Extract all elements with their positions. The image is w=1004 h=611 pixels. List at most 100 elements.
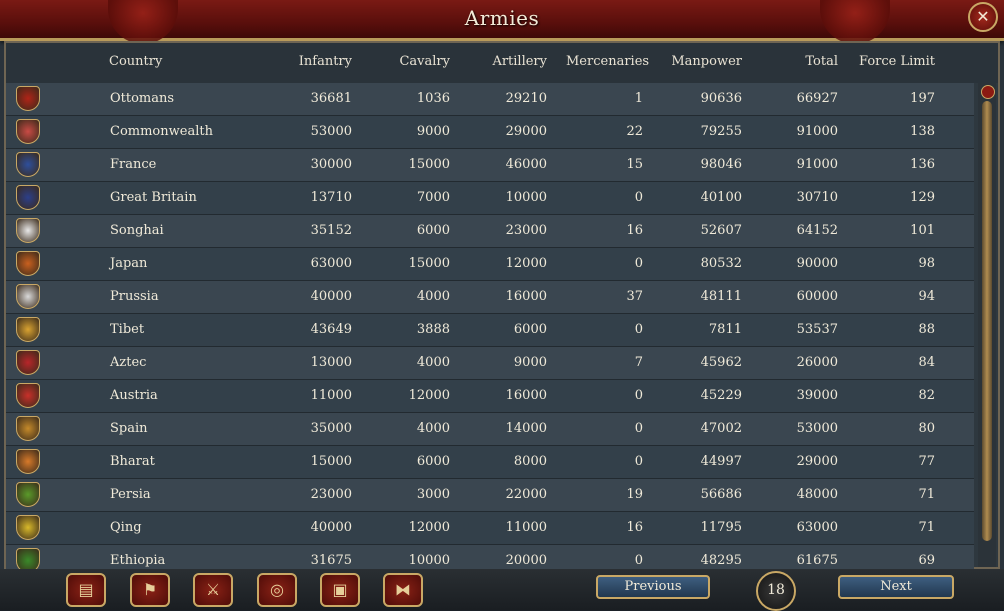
country-name[interactable]: Ethiopia (110, 553, 165, 568)
cell-cavalry: 12000 (408, 388, 450, 403)
cell-artillery: 22000 (505, 487, 547, 502)
table-row[interactable]: Qing 40000 12000 11000 16 11795 63000 71 (6, 512, 974, 545)
country-name[interactable]: Bharat (110, 454, 155, 469)
country-flag-icon[interactable] (16, 119, 40, 144)
cell-manpower: 7811 (708, 322, 742, 337)
country-name[interactable]: Austria (110, 388, 158, 403)
cell-infantry: 43649 (310, 322, 352, 337)
cell-force-limit: 77 (918, 454, 935, 469)
header-manpower[interactable]: Manpower (666, 54, 742, 69)
header-cavalry[interactable]: Cavalry (376, 54, 450, 69)
table-row[interactable]: Persia 23000 3000 22000 19 56686 48000 71 (6, 479, 974, 512)
table-row[interactable]: Aztec 13000 4000 9000 7 45962 26000 84 (6, 347, 974, 380)
cell-total: 39000 (796, 388, 838, 403)
cell-total: 26000 (796, 355, 838, 370)
cell-cavalry: 6000 (416, 223, 450, 238)
country-name[interactable]: Songhai (110, 223, 164, 238)
country-name[interactable]: France (110, 157, 156, 172)
header-total[interactable]: Total (762, 54, 838, 69)
cell-cavalry: 3888 (416, 322, 450, 337)
table-row[interactable]: Commonwealth 53000 9000 29000 22 79255 91000 13… (6, 116, 974, 149)
country-name[interactable]: Prussia (110, 289, 159, 304)
header-force-limit[interactable]: Force Limit (856, 54, 935, 69)
country-flag-icon[interactable] (16, 449, 40, 474)
scrollbar[interactable] (978, 83, 996, 567)
cell-artillery: 16000 (505, 289, 547, 304)
cell-total: 29000 (796, 454, 838, 469)
table-row[interactable]: Spain 35000 4000 14000 0 47002 53000 80 (6, 413, 974, 446)
cell-total: 64152 (796, 223, 838, 238)
cell-cavalry: 15000 (408, 157, 450, 172)
country-flag-icon[interactable] (16, 482, 40, 507)
table-row[interactable]: Austria 11000 12000 16000 0 45229 39000 82 (6, 380, 974, 413)
table-row[interactable]: Songhai 35152 6000 23000 16 52607 64152 101 (6, 215, 974, 248)
scroll-thumb[interactable] (982, 101, 992, 541)
country-name[interactable]: Spain (110, 421, 148, 436)
cell-cavalry: 15000 (408, 256, 450, 271)
next-button[interactable]: Next (838, 575, 954, 599)
country-name[interactable]: Commonwealth (110, 124, 213, 139)
table-row[interactable]: Ottomans 36681 1036 29210 1 90636 66927 197 (6, 83, 974, 116)
ledger-icon[interactable]: ▤ (66, 573, 106, 607)
handshake-icon[interactable]: ⧓ (383, 573, 423, 607)
cell-cavalry: 7000 (416, 190, 450, 205)
table-row[interactable]: France 30000 15000 46000 15 98046 91000 136 (6, 149, 974, 182)
country-name[interactable]: Japan (110, 256, 147, 271)
cell-manpower: 40100 (700, 190, 742, 205)
crate-icon[interactable]: ▣ (320, 573, 360, 607)
country-name[interactable]: Persia (110, 487, 151, 502)
table-row[interactable]: Bharat 15000 6000 8000 0 44997 29000 77 (6, 446, 974, 479)
country-flag-icon[interactable] (16, 251, 40, 276)
cell-infantry: 15000 (310, 454, 352, 469)
country-flag-icon[interactable] (16, 416, 40, 441)
close-button[interactable]: ✕ (968, 2, 998, 32)
crossed-swords-icon[interactable]: ⚔ (193, 573, 233, 607)
window-title: Armies (464, 6, 540, 30)
country-flag-icon[interactable] (16, 185, 40, 210)
cell-manpower: 48111 (700, 289, 742, 304)
cell-mercenaries: 16 (626, 223, 643, 238)
country-flag-icon[interactable] (16, 383, 40, 408)
cell-artillery: 8000 (513, 454, 547, 469)
cell-total: 30710 (796, 190, 838, 205)
country-flag-icon[interactable] (16, 152, 40, 177)
country-name[interactable]: Tibet (110, 322, 144, 337)
country-name[interactable]: Aztec (110, 355, 146, 370)
cell-artillery: 16000 (505, 388, 547, 403)
country-flag-icon[interactable] (16, 86, 40, 111)
country-flag-icon[interactable] (16, 218, 40, 243)
cell-artillery: 46000 (505, 157, 547, 172)
country-name[interactable]: Great Britain (110, 190, 197, 205)
scroll-up-icon[interactable] (981, 85, 995, 99)
country-flag-icon[interactable] (16, 350, 40, 375)
previous-button[interactable]: Previous (596, 575, 710, 599)
cell-infantry: 31675 (310, 553, 352, 568)
cell-cavalry: 3000 (416, 487, 450, 502)
table-row[interactable]: Tibet 43649 3888 6000 0 7811 53537 88 (6, 314, 974, 347)
cell-mercenaries: 15 (626, 157, 643, 172)
cell-mercenaries: 1 (634, 91, 643, 106)
header-artillery[interactable]: Artillery (470, 54, 547, 69)
title-bar: Armies ✕ (0, 0, 1004, 44)
country-name[interactable]: Qing (110, 520, 142, 535)
header-mercenaries[interactable]: Mercenaries (566, 54, 649, 69)
cell-infantry: 36681 (310, 91, 352, 106)
ledger-table: Country Infantry Cavalry Artillery Merce… (4, 41, 1000, 578)
cell-mercenaries: 16 (626, 520, 643, 535)
header-infantry[interactable]: Infantry (276, 54, 352, 69)
table-row[interactable]: Prussia 40000 4000 16000 37 48111 60000 94 (6, 281, 974, 314)
table-row[interactable]: Great Britain 13710 7000 10000 0 40100 30710 12… (6, 182, 974, 215)
cell-artillery: 9000 (513, 355, 547, 370)
flag-icon[interactable]: ⚑ (130, 573, 170, 607)
cell-total: 91000 (796, 124, 838, 139)
country-flag-icon[interactable] (16, 284, 40, 309)
header-country[interactable]: Country (109, 54, 162, 69)
country-name[interactable]: Ottomans (110, 91, 174, 106)
cell-infantry: 13000 (310, 355, 352, 370)
table-row[interactable]: Japan 63000 15000 12000 0 80532 90000 98 (6, 248, 974, 281)
country-flag-icon[interactable] (16, 317, 40, 342)
country-flag-icon[interactable] (16, 515, 40, 540)
cell-total: 63000 (796, 520, 838, 535)
coins-icon[interactable]: ◎ (257, 573, 297, 607)
cell-total: 91000 (796, 157, 838, 172)
